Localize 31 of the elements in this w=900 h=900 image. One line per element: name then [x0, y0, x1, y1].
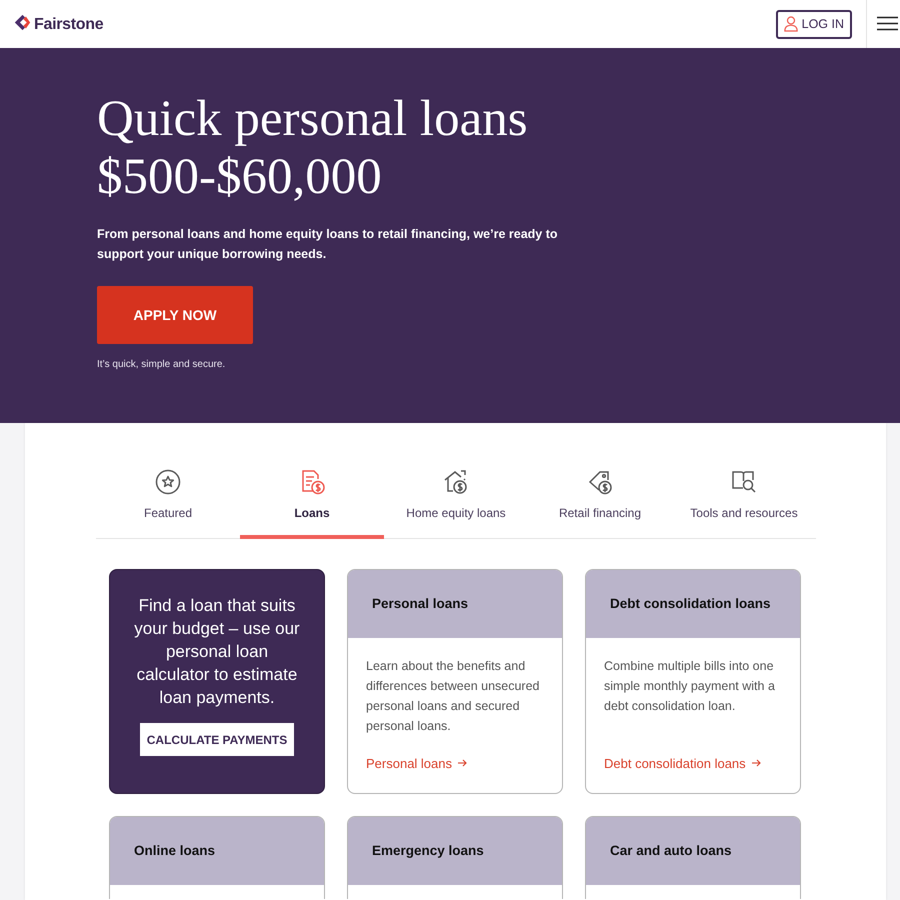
login-button[interactable]: LOG IN	[776, 10, 852, 38]
card-link[interactable]: Debt consolidation loans	[604, 754, 761, 773]
menu-button[interactable]	[877, 16, 898, 32]
category-tab[interactable]: Tools and resources	[672, 467, 816, 539]
user-icon	[784, 16, 798, 32]
hero-description: From personal loans and home equity loans to retail financing, we’re ready to support your unique borrowing needs.	[97, 226, 559, 263]
card-title: Debt consolidation loans	[610, 594, 771, 613]
arrow-right-icon	[458, 759, 467, 768]
card-description: Learn about the benefits and differences between unsecured personal loans and secured personal loans.	[366, 658, 540, 735]
category-tab[interactable]: Featured	[96, 467, 240, 539]
calculate-payments-button[interactable]: CALCULATE PAYMENTS	[140, 723, 294, 756]
logo[interactable]: Fairstone	[14, 13, 104, 37]
category-tab[interactable]: Retail financing	[528, 467, 672, 539]
card-title: Emergency loans	[372, 842, 484, 860]
hero-note: It’s quick, simple and secure.	[97, 358, 226, 372]
category-tab[interactable]: Home equity loans	[384, 467, 528, 539]
card-title: Online loans	[134, 842, 216, 860]
card-title: Personal loans	[372, 594, 468, 613]
hero-title: Quick personal loans $500-$60,000	[97, 90, 528, 206]
card-title: Car and auto loans	[610, 842, 732, 860]
arrow-right-icon	[752, 759, 761, 768]
apply-now-button[interactable]: APPLY NOW	[97, 286, 253, 344]
category-tab[interactable]: Loans	[240, 467, 384, 539]
menu-icon	[877, 16, 898, 31]
logo-icon	[14, 14, 31, 30]
card-description: Combine multiple bills into one simple monthly payment with a debt consolidation loan.	[604, 658, 776, 715]
house-dollar-icon	[443, 469, 469, 495]
book-search-icon	[731, 469, 757, 495]
calculator-card-text: Find a loan that suits your budget – use our personal loan calculator to estimate loan payments.	[133, 595, 301, 709]
tag-dollar-icon	[587, 469, 613, 495]
card-link[interactable]: Personal loans	[366, 754, 467, 773]
